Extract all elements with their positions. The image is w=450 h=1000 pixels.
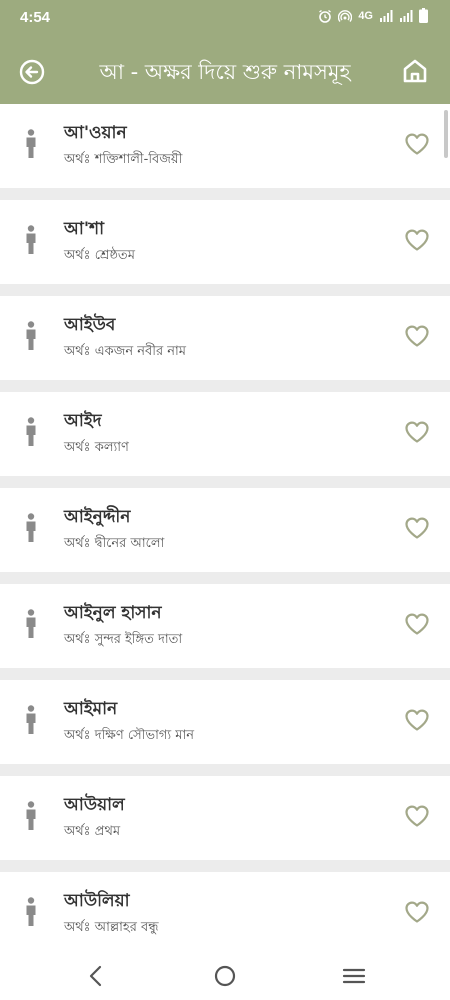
favorite-heart-icon[interactable] bbox=[404, 612, 430, 636]
person-icon bbox=[26, 321, 36, 350]
name-list-item[interactable]: আউয়াল অর্থঃ প্রথম bbox=[0, 776, 450, 860]
meaning-label: অর্থঃ শ্রেষ্ঠতম bbox=[64, 248, 135, 263]
app-bar: আ - অক্ষর দিয়ে শুরু নামসমূহ bbox=[0, 36, 450, 104]
name-list-item[interactable]: আইনুদ্দীন অর্থঃ দ্বীনের আলো bbox=[0, 488, 450, 572]
home-button[interactable] bbox=[400, 56, 430, 86]
name-label: আ'শা bbox=[64, 219, 105, 239]
person-icon bbox=[26, 705, 36, 734]
person-icon bbox=[26, 225, 36, 254]
favorite-heart-icon[interactable] bbox=[404, 516, 430, 540]
nav-home-button[interactable] bbox=[211, 962, 239, 990]
name-label: আইনুল হাসান bbox=[64, 603, 162, 623]
person-icon bbox=[26, 897, 36, 926]
scrollbar[interactable] bbox=[444, 110, 448, 158]
name-list-item[interactable]: আইমান অর্থঃ দক্ষিণ সৌভাগ্য মান bbox=[0, 680, 450, 764]
favorite-heart-icon[interactable] bbox=[404, 900, 430, 924]
name-list-item[interactable]: আ'ওয়ান অর্থঃ শক্তিশালী-বিজয়ী bbox=[0, 104, 450, 188]
meaning-label: অর্থঃ কল্যাণ bbox=[64, 440, 129, 455]
name-list-item[interactable]: আইনুল হাসান অর্থঃ সুন্দর ইঙ্গিত দাতা bbox=[0, 584, 450, 668]
name-label: আইদ bbox=[64, 411, 102, 431]
favorite-heart-icon[interactable] bbox=[404, 324, 430, 348]
status-icons: 4G bbox=[318, 8, 428, 23]
battery-icon bbox=[419, 8, 428, 23]
page-title: আ - অক্ষর দিয়ে শুরু নামসমূহ bbox=[99, 60, 351, 84]
home-icon bbox=[403, 59, 427, 83]
meaning-label: অর্থঃ শক্তিশালী-বিজয়ী bbox=[64, 152, 183, 167]
network-type: 4G bbox=[358, 9, 373, 22]
name-label: আইনুদ্দীন bbox=[64, 507, 131, 527]
name-list-item[interactable]: আ'শা অর্থঃ শ্রেষ্ঠতম bbox=[0, 200, 450, 284]
name-label: আইউব bbox=[64, 315, 116, 335]
navigation-bar bbox=[0, 952, 450, 1000]
name-list-item[interactable]: আউলিয়া অর্থঃ আল্লাহর বন্ধু bbox=[0, 872, 450, 952]
name-list-item[interactable]: আইদ অর্থঃ কল্যাণ bbox=[0, 392, 450, 476]
person-icon bbox=[26, 513, 36, 542]
back-nav-icon bbox=[89, 965, 102, 987]
name-list-item[interactable]: আইউব অর্থঃ একজন নবীর নাম bbox=[0, 296, 450, 380]
name-label: আউলিয়া bbox=[64, 891, 130, 911]
person-icon bbox=[26, 801, 36, 830]
name-label: আউয়াল bbox=[64, 795, 125, 815]
meaning-label: অর্থঃ আল্লাহর বন্ধু bbox=[64, 920, 159, 935]
back-button[interactable] bbox=[18, 58, 46, 86]
person-icon bbox=[26, 417, 36, 446]
recents-nav-icon bbox=[342, 968, 366, 984]
meaning-label: অর্থঃ একজন নবীর নাম bbox=[64, 344, 186, 359]
name-label: আইমান bbox=[64, 699, 118, 719]
meaning-label: অর্থঃ দক্ষিণ সৌভাগ্য মান bbox=[64, 728, 195, 743]
home-nav-icon bbox=[214, 965, 236, 987]
favorite-heart-icon[interactable] bbox=[404, 420, 430, 444]
favorite-heart-icon[interactable] bbox=[404, 132, 430, 156]
status-time: 4:54 bbox=[20, 9, 51, 26]
favorite-heart-icon[interactable] bbox=[404, 708, 430, 732]
nav-recents-button[interactable] bbox=[340, 962, 368, 990]
alarm-icon bbox=[319, 9, 332, 23]
nav-back-button[interactable] bbox=[82, 962, 110, 990]
hotspot-icon bbox=[338, 9, 353, 22]
favorite-heart-icon[interactable] bbox=[404, 228, 430, 252]
meaning-label: অর্থঃ সুন্দর ইঙ্গিত দাতা bbox=[64, 632, 183, 647]
person-icon bbox=[26, 129, 36, 158]
back-circle-icon bbox=[19, 59, 45, 85]
signal-icon bbox=[400, 9, 413, 22]
status-bar: 4:54 4G bbox=[0, 0, 450, 36]
favorite-heart-icon[interactable] bbox=[404, 804, 430, 828]
signal-icon bbox=[380, 9, 393, 22]
meaning-label: অর্থঃ প্রথম bbox=[64, 824, 121, 839]
meaning-label: অর্থঃ দ্বীনের আলো bbox=[64, 536, 165, 551]
name-label: আ'ওয়ান bbox=[64, 123, 127, 143]
person-icon bbox=[26, 609, 36, 638]
names-list[interactable]: আ'ওয়ান অর্থঃ শক্তিশালী-বিজয়ী আ'শা অর্থ… bbox=[0, 104, 450, 952]
